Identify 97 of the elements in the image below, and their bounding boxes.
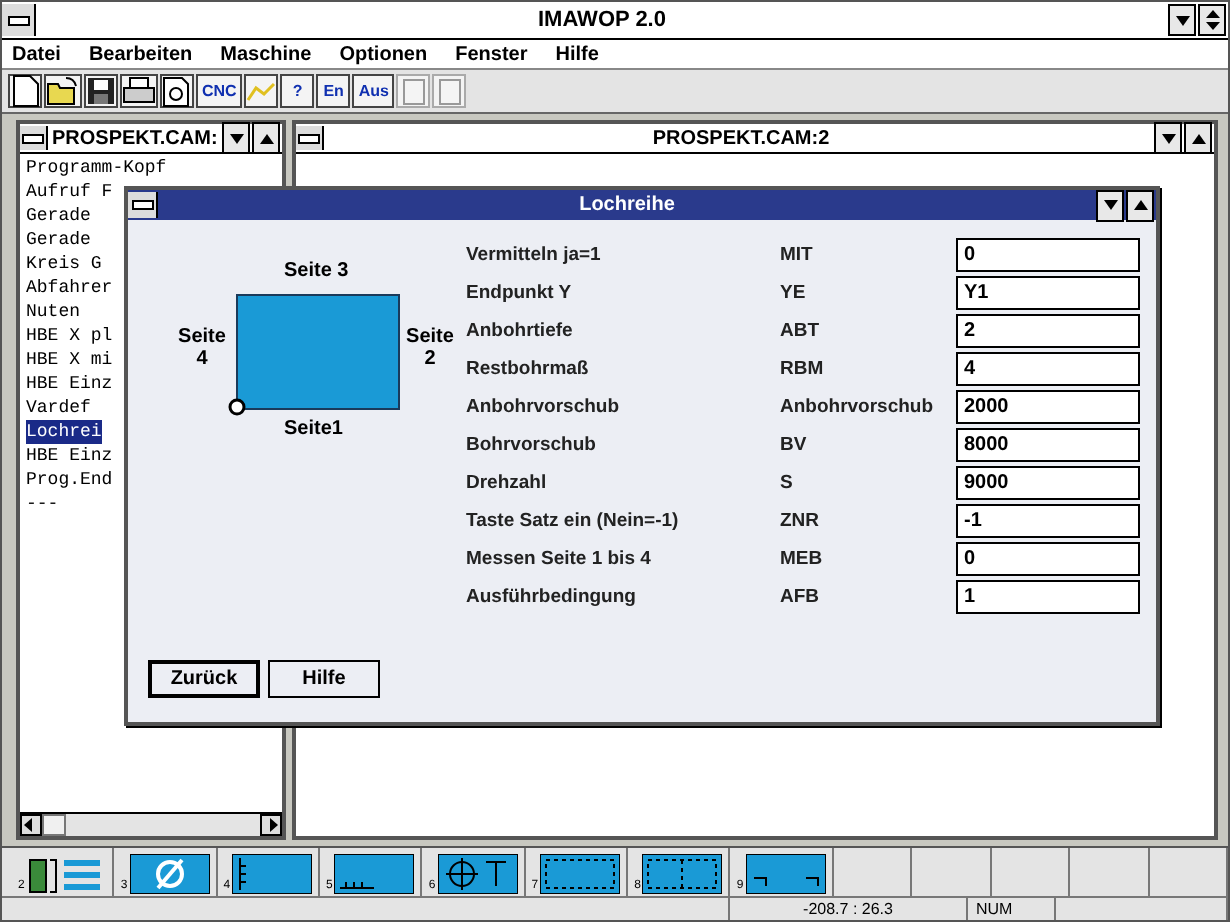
menu-item[interactable]: Optionen (339, 43, 428, 65)
program-step-item[interactable]: HBE X mi (26, 348, 113, 372)
minimize-icon[interactable] (1096, 189, 1124, 221)
minimize-icon[interactable] (1168, 4, 1196, 36)
window-title: IMAWOP 2.0 (536, 8, 668, 32)
program-step-item[interactable]: Nuten (26, 300, 81, 324)
bottom-holes-icon[interactable] (334, 854, 415, 894)
program-step-item[interactable]: Abfahrer (26, 276, 113, 300)
program-step-item[interactable]: HBE Einz (26, 372, 113, 396)
open-folder-icon[interactable] (44, 74, 82, 108)
program-step-item[interactable]: Vardef (26, 396, 91, 420)
parameter-label: Ausführbedingung (466, 586, 638, 608)
floppy-disk-icon[interactable] (84, 74, 118, 108)
parameter-code: YE (780, 282, 808, 304)
parameter-code: ZNR (780, 510, 822, 532)
scroll-thumb[interactable] (42, 814, 66, 836)
parameter-label: Messen Seite 1 bis 4 (466, 548, 653, 570)
parameter-label: Bohrvorschub (466, 434, 598, 456)
parameter-label: Taste Satz ein (Nein=-1) (466, 510, 681, 532)
diameter-icon[interactable] (129, 854, 210, 894)
input-field[interactable]: 2 (956, 314, 1140, 348)
parameter-label: Endpunkt Y (466, 282, 574, 304)
input-field[interactable]: 0 (956, 238, 1140, 272)
hole-grid-icon[interactable] (642, 854, 723, 894)
menu-item[interactable]: Hilfe (555, 43, 599, 65)
program-step-item[interactable]: Gerade (26, 204, 91, 228)
left-holes-icon[interactable] (232, 854, 313, 894)
parameter-label: Anbohrtiefe (466, 320, 575, 342)
side-label: Seite 2 (404, 326, 456, 370)
toolbar-button[interactable]: En (316, 74, 351, 108)
parameter-label: Vermitteln ja=1 (466, 244, 603, 266)
restore-icon[interactable] (1198, 4, 1226, 36)
chart-icon[interactable] (244, 74, 279, 108)
input-field[interactable]: 4 (956, 352, 1140, 386)
input-field[interactable]: 1 (956, 580, 1140, 614)
parameter-code: RBM (780, 358, 826, 380)
parameter-code: MIT (780, 244, 815, 266)
input-field[interactable]: 8000 (956, 428, 1140, 462)
coordinates-readout: -208.7 : 26.3 (730, 898, 968, 920)
side-label: Seite 3 (284, 260, 349, 282)
corner-holes-icon[interactable] (745, 854, 826, 894)
parameter-label: Anbohrvorschub (466, 396, 622, 418)
maximize-icon[interactable] (252, 122, 280, 154)
side-label: Seite 4 (176, 326, 228, 370)
num-lock-indicator: NUM (968, 898, 1056, 920)
print-preview-icon[interactable] (160, 74, 194, 108)
parameter-label: Drehzahl (466, 472, 549, 494)
parameter-code: ABT (780, 320, 822, 342)
menu-item[interactable]: Maschine (220, 43, 312, 65)
parameter-code: MEB (780, 548, 825, 570)
menu-item[interactable]: Datei (12, 43, 61, 65)
program-step-item[interactable]: Prog.End (26, 468, 113, 492)
program-step-item[interactable]: --- (26, 492, 59, 516)
printer-icon[interactable] (120, 74, 158, 108)
parameter-code: S (780, 472, 795, 494)
window-menu-icon[interactable] (20, 126, 48, 150)
program-step-item[interactable]: Aufruf F (26, 180, 113, 204)
origin-point-icon (228, 398, 246, 416)
scroll-right-icon[interactable] (260, 814, 282, 836)
hole-frame-icon[interactable] (540, 854, 621, 894)
input-field[interactable]: Y1 (956, 276, 1140, 310)
side-label: Seite1 (284, 418, 343, 440)
system-menu-icon[interactable] (2, 4, 36, 36)
parameter-label: Restbohrmaß (466, 358, 591, 380)
program-step-item[interactable]: Gerade (26, 228, 91, 252)
minimize-icon[interactable] (1154, 122, 1182, 154)
maximize-icon[interactable] (1126, 189, 1154, 221)
menu-item[interactable]: Bearbeiten (88, 43, 193, 65)
dialog-button[interactable]: Zurück (148, 660, 260, 698)
input-field[interactable]: 2000 (956, 390, 1140, 424)
parameter-code: Anbohrvorschub (780, 396, 936, 418)
toolbar-button[interactable]: Aus (352, 74, 395, 108)
dialog-title: Lochreihe (577, 194, 677, 216)
toolbar-button[interactable]: CNC (196, 74, 243, 108)
maximize-icon[interactable] (1184, 122, 1212, 154)
program-step-item[interactable]: Programm-Kopf (26, 156, 167, 180)
input-field[interactable]: -1 (956, 504, 1140, 538)
horizontal-scrollbar[interactable] (20, 812, 282, 836)
crosshair-icon[interactable] (437, 854, 518, 894)
program-step-item[interactable]: Lochrei (26, 420, 102, 444)
parameter-code: BV (780, 434, 809, 456)
program-step-item[interactable]: HBE X pl (26, 324, 113, 348)
toolbar-button[interactable]: ? (280, 74, 315, 108)
input-field[interactable]: 9000 (956, 466, 1140, 500)
minimize-icon[interactable] (222, 122, 250, 154)
program-step-item[interactable]: HBE Einz (26, 444, 113, 468)
new-file-icon[interactable] (8, 74, 42, 108)
program-step-item[interactable]: Kreis G (26, 252, 102, 276)
scroll-left-icon[interactable] (20, 814, 42, 836)
menu-item[interactable]: Fenster (455, 43, 528, 65)
window-menu-icon[interactable] (128, 192, 158, 218)
window-menu-icon[interactable] (296, 126, 324, 150)
dialog-button[interactable]: Hilfe (268, 660, 380, 698)
document-title: PROSPEKT.CAM:2 (650, 127, 832, 149)
input-field[interactable]: 0 (956, 542, 1140, 576)
document-title: PROSPEKT.CAM: (50, 127, 220, 149)
parameter-code: AFB (780, 586, 822, 608)
